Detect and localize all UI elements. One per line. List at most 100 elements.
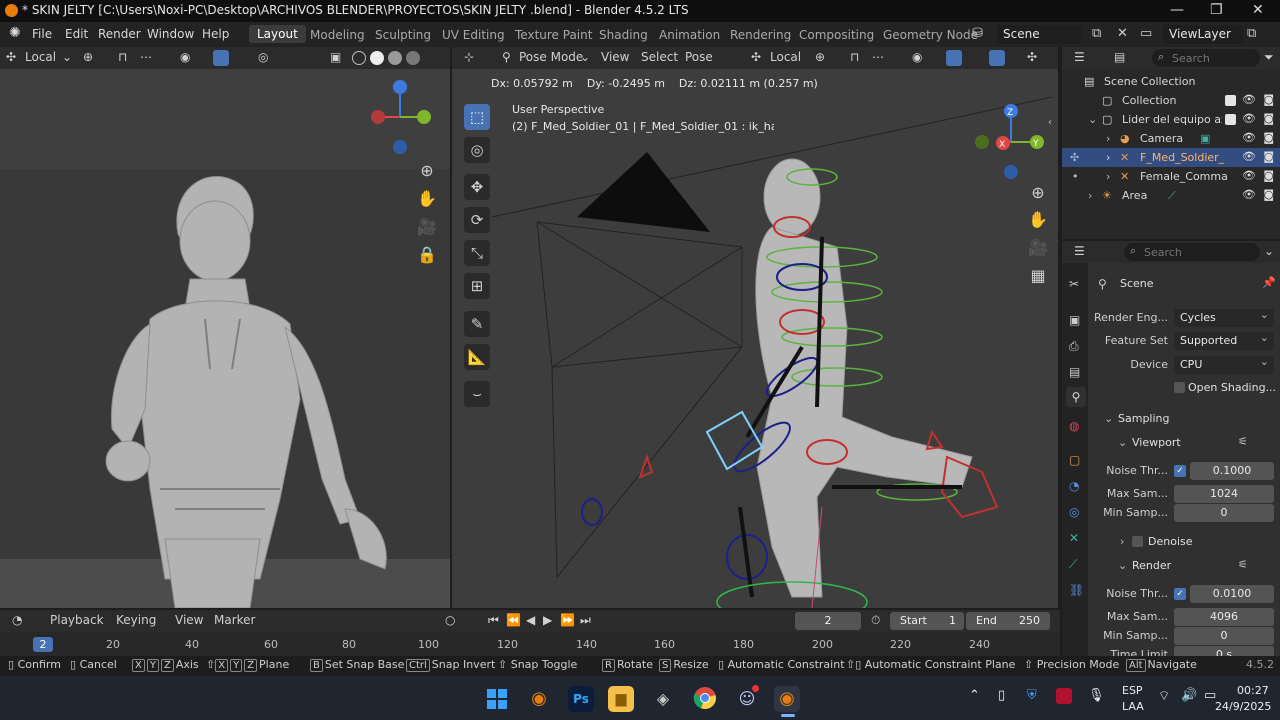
minimize-icon[interactable]: — (1170, 2, 1184, 18)
filter-icon[interactable]: ⏷ (1264, 50, 1274, 65)
object-data-tab-icon[interactable]: ✕ (1069, 531, 1079, 545)
presets-icon[interactable]: ⚟ (1238, 558, 1248, 571)
vp-noise-checkbox[interactable]: ✓ (1174, 465, 1186, 477)
clock-date[interactable]: 24/9/2025 (1215, 700, 1271, 713)
render-engine-dropdown[interactable]: Cycles (1174, 306, 1274, 327)
view-layer-tab-icon[interactable]: ▤ (1069, 365, 1080, 379)
menu-view[interactable]: View (601, 50, 629, 64)
scene-field[interactable]: Scene (997, 25, 1081, 44)
denoise-subpanel-header[interactable]: Denoise (1148, 535, 1193, 548)
eye-icon[interactable]: 👁 (1242, 150, 1256, 163)
pivot-icon[interactable]: ⊕ (815, 50, 825, 64)
play-reverse-icon[interactable]: ◀ (526, 613, 535, 627)
start-frame-field[interactable]: Start 1 (890, 612, 964, 630)
properties-search[interactable]: ⌕ (1124, 243, 1260, 261)
include-checkbox[interactable] (1225, 114, 1236, 125)
transform-orientation-icon[interactable]: ✣ (6, 50, 16, 64)
tab-rendering[interactable]: Rendering (730, 28, 791, 42)
menu-file[interactable]: File (32, 27, 52, 41)
scale-tool[interactable]: ⤡ (464, 240, 490, 266)
photoshop-taskbar-icon[interactable]: Ps (568, 686, 594, 712)
jump-start-icon[interactable]: ⏮ (488, 613, 499, 628)
camera-view-icon[interactable]: 🎥 (415, 215, 439, 239)
eye-icon[interactable]: 👁 (1242, 131, 1256, 144)
time-limit-field[interactable]: 0 s (1174, 646, 1274, 656)
eye-icon[interactable]: 👁 (1242, 169, 1256, 182)
new-viewlayer-icon[interactable]: ⧉ (1247, 26, 1256, 41)
keying-menu[interactable]: Keying (116, 613, 156, 627)
windows-start-icon[interactable] (484, 686, 510, 712)
tab-compositing[interactable]: Compositing (799, 28, 874, 42)
viewlayer-field[interactable]: ViewLayer (1163, 25, 1243, 44)
ortho-grid-icon[interactable]: ▦ (1026, 264, 1050, 288)
expand-arrow-icon[interactable]: › (1120, 535, 1124, 548)
pin-icon[interactable]: 📌 (1262, 276, 1276, 289)
snap-icon[interactable]: ⊓ (850, 50, 859, 64)
rotate-tool[interactable]: ⟳ (464, 207, 490, 233)
zoom-icon[interactable]: ⊕ (1026, 181, 1050, 205)
editor-type-icon[interactable]: ◔ (12, 613, 22, 627)
device-dropdown[interactable]: CPU (1174, 353, 1274, 374)
editor-type-icon[interactable]: ⊹ (464, 50, 474, 64)
menu-help[interactable]: Help (202, 27, 229, 41)
modifiers-tab-icon[interactable]: ◔ (1069, 479, 1079, 493)
menu-edit[interactable]: Edit (65, 27, 88, 41)
material-shading-icon[interactable] (388, 51, 402, 65)
r-min-samples-field[interactable]: 0 (1174, 627, 1274, 645)
measure-tool[interactable]: 📐 (464, 344, 490, 370)
tray-mic-icon[interactable]: 🎙 (1088, 688, 1105, 703)
outliner-item-scene-collection[interactable]: ▤ Scene Collection (1062, 72, 1280, 91)
expand-arrow-icon[interactable]: ⌄ (1118, 559, 1127, 572)
xray-icon[interactable]: ▣ (330, 50, 341, 64)
render-camera-icon[interactable]: ◙ (1263, 150, 1274, 163)
editor-type-icon[interactable]: ☰ (1074, 50, 1085, 64)
render-camera-icon[interactable]: ◙ (1263, 93, 1274, 106)
sampling-panel-header[interactable]: Sampling (1118, 412, 1170, 425)
tray-lang-2[interactable]: LAA (1122, 700, 1144, 713)
file-explorer-taskbar-icon[interactable]: ▆ (608, 686, 634, 712)
r-noise-field[interactable]: 0.0100 (1190, 585, 1274, 603)
sidebar-toggle-icon[interactable]: ‹ (1048, 117, 1052, 128)
vp-min-samples-field[interactable]: 0 (1174, 504, 1274, 522)
scene-selector-icon[interactable]: ⛁ (972, 26, 990, 42)
render-subpanel-header[interactable]: Render (1132, 559, 1171, 572)
jump-end-icon[interactable]: ⏭ (580, 613, 591, 628)
menu-window[interactable]: Window (147, 27, 194, 41)
outliner-item-camera[interactable]: › ◕ Camera ▣ 👁 ◙ (1062, 129, 1280, 148)
annotate-tool[interactable]: ✎ (464, 311, 490, 337)
proportional-icon[interactable]: ⋯ (140, 50, 152, 64)
select-box-tool[interactable]: ⬚ (464, 104, 490, 130)
tab-geometry-nodes[interactable]: Geometry Node (883, 28, 978, 42)
gizmo-toggle-icon[interactable] (213, 50, 229, 66)
include-checkbox[interactable] (1225, 95, 1236, 106)
presets-icon[interactable]: ⚟ (1238, 435, 1248, 448)
eye-icon[interactable]: 👁 (1242, 93, 1256, 106)
current-frame-field[interactable]: 2 (795, 612, 861, 630)
lock-camera-icon[interactable]: 🔒 (415, 243, 439, 267)
tab-texture-paint[interactable]: Texture Paint (515, 28, 592, 42)
menu-pose[interactable]: Pose (685, 50, 713, 64)
gizmo-toggle-icon[interactable] (946, 50, 962, 66)
tray-device-icon[interactable]: ▯ (998, 688, 1005, 703)
overlay-icon[interactable]: ◎ (258, 50, 268, 64)
render-tab-icon[interactable]: ▣ (1069, 313, 1080, 327)
orientation-dropdown[interactable]: Local (770, 50, 801, 64)
menu-render[interactable]: Render (98, 27, 141, 41)
r-max-samples-field[interactable]: 4096 (1174, 608, 1274, 626)
snap-icon[interactable]: ⊓ (118, 50, 127, 64)
expand-arrow-icon[interactable]: ⌄ (1088, 113, 1097, 126)
transform-tool[interactable]: ⊞ (464, 273, 490, 299)
move-tool[interactable]: ✥ (464, 174, 490, 200)
volume-icon[interactable]: 🔊 (1181, 688, 1197, 703)
bone-constraint-tab-icon[interactable]: ⛓ (1069, 583, 1084, 597)
display-mode-icon[interactable]: ▤ (1114, 50, 1125, 64)
eye-icon[interactable]: 👁 (1242, 188, 1256, 201)
vp-max-samples-field[interactable]: 1024 (1174, 485, 1274, 503)
chrome-taskbar-icon[interactable] (692, 686, 718, 712)
outliner-search-input[interactable] (1172, 51, 1256, 65)
pan-hand-icon[interactable]: ✋ (415, 187, 439, 211)
tool-tab-icon[interactable]: ✂ (1069, 277, 1079, 291)
expand-arrow-icon[interactable]: › (1106, 151, 1110, 164)
wifi-icon[interactable]: ⌔ (1158, 688, 1170, 704)
outliner-search[interactable]: ⌕ (1152, 49, 1260, 67)
